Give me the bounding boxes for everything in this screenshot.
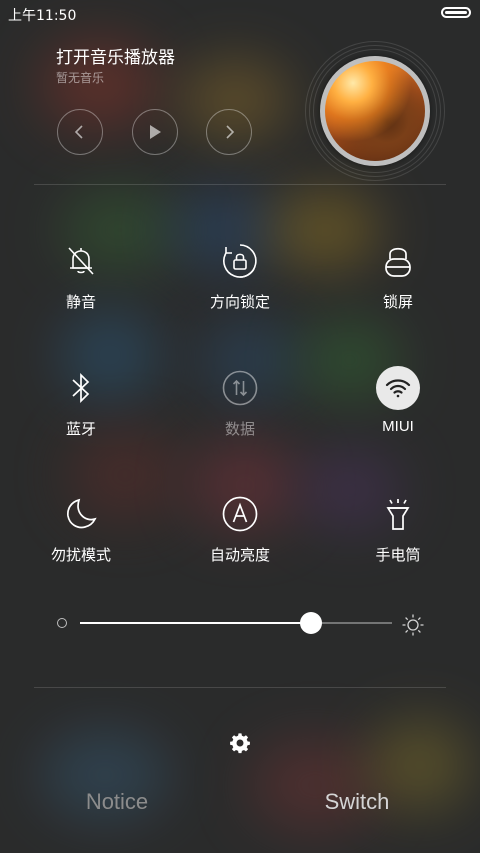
- brightness-slider[interactable]: [80, 612, 392, 634]
- toggle-label: 锁屏: [382, 293, 413, 311]
- toggle-auto-brightness[interactable]: 自动亮度: [180, 492, 300, 582]
- chevron-right-icon: [226, 125, 235, 139]
- brightness-high-icon: [402, 614, 424, 636]
- album-cover-image: [325, 61, 425, 161]
- toggle-label: 勿扰模式: [50, 546, 111, 564]
- play-icon: [150, 125, 161, 139]
- toggle-dnd[interactable]: 勿扰模式: [21, 492, 141, 582]
- toggle-label: MIUI: [382, 418, 414, 435]
- toggle-data[interactable]: 数据: [180, 366, 300, 456]
- toggle-lock-screen[interactable]: 锁屏: [338, 239, 458, 329]
- auto-brightness-icon: [222, 496, 258, 532]
- battery-icon: [441, 7, 471, 18]
- settings-button[interactable]: [226, 729, 254, 757]
- toggle-flashlight[interactable]: 手电筒: [338, 492, 458, 582]
- album-art[interactable]: [305, 41, 445, 181]
- tab-notice[interactable]: Notice: [17, 789, 217, 815]
- toggle-label: 蓝牙: [65, 420, 96, 438]
- play-button[interactable]: [132, 109, 178, 155]
- wifi-icon: [385, 379, 411, 398]
- next-track-button[interactable]: [206, 109, 252, 155]
- rotation-lock-icon: [223, 244, 257, 278]
- player-title[interactable]: 打开音乐播放器: [56, 43, 175, 68]
- toggle-label: 方向锁定: [209, 293, 270, 311]
- divider: [34, 184, 446, 185]
- brightness-thumb[interactable]: [299, 612, 322, 634]
- bluetooth-icon: [72, 372, 90, 404]
- toggle-mute[interactable]: 静音: [21, 239, 141, 329]
- toggle-label: 手电筒: [375, 546, 421, 564]
- player-subtitle: 暂无音乐: [56, 71, 105, 85]
- brightness-fill: [80, 622, 311, 624]
- brightness-low-icon: [57, 618, 67, 628]
- divider: [34, 687, 446, 688]
- toggle-label: 数据: [224, 420, 255, 438]
- toggle-bluetooth[interactable]: 蓝牙: [21, 366, 141, 456]
- tab-switch[interactable]: Switch: [257, 789, 457, 815]
- bell-off-icon: [68, 247, 94, 275]
- lock-icon: [385, 247, 411, 277]
- toggle-label: 静音: [65, 293, 96, 311]
- toggle-rotation-lock[interactable]: 方向锁定: [180, 239, 300, 329]
- status-time: 上午11:50: [8, 8, 77, 24]
- status-bar: 上午11:50: [0, 0, 480, 28]
- data-icon: [222, 370, 258, 406]
- previous-track-button[interactable]: [57, 109, 103, 155]
- flashlight-icon: [386, 499, 410, 530]
- toggle-wifi[interactable]: MIUI: [338, 366, 458, 456]
- gear-icon: [230, 733, 250, 754]
- toggle-label: 自动亮度: [209, 546, 270, 564]
- moon-icon: [67, 498, 97, 529]
- chevron-left-icon: [74, 125, 83, 139]
